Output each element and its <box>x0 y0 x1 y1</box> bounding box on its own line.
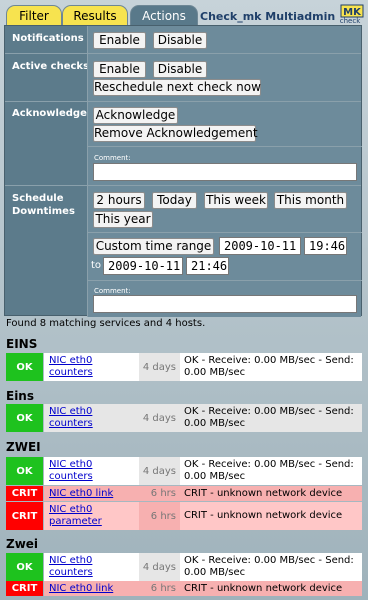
service-age: 6 hrs <box>139 502 180 530</box>
tab-results[interactable]: Results <box>62 5 128 27</box>
state-badge: CRIT <box>6 486 43 501</box>
downtime-this-month-button[interactable]: This month <box>274 192 347 209</box>
check-mk-logo-icon: MK check <box>334 4 364 25</box>
acknowledge-row: Acknowledge Acknowledge Remove Acknowled… <box>5 102 362 186</box>
service-output: CRIT - unknown network device <box>180 486 362 501</box>
service-row: OK NIC eth0 counters 4 days OK - Receive… <box>6 457 362 485</box>
active-checks-label: Active checks <box>12 61 90 72</box>
state-badge: OK <box>6 553 43 581</box>
downtime-2-hours-button[interactable]: 2 hours <box>93 192 145 209</box>
top-bar: Filter Results Actions Check_mk Multiadm… <box>0 0 368 27</box>
service-age: 6 hrs <box>139 486 180 501</box>
service-output: OK - Receive: 0.00 MB/sec - Send: 0.00 M… <box>180 404 362 432</box>
service-age: 4 days <box>139 457 180 485</box>
active-checks-row: Active checks Enable Disable Reschedule … <box>5 54 361 102</box>
service-row: OK NIC eth0 counters 4 days OK - Receive… <box>6 553 362 581</box>
notifications-label: Notifications <box>12 33 84 44</box>
downtime-to-date-input[interactable]: 2009-10-11 <box>103 257 183 275</box>
host-name[interactable]: Zwei <box>6 537 38 551</box>
notifications-disable-button[interactable]: Disable <box>153 32 207 49</box>
service-output: CRIT - unknown network device <box>180 581 362 596</box>
service-link[interactable]: NIC eth0 counters <box>44 353 139 381</box>
tab-filter[interactable]: Filter <box>6 5 62 27</box>
state-badge: CRIT <box>6 581 43 596</box>
host-name[interactable]: Eins <box>6 389 34 403</box>
state-badge: OK <box>6 404 43 432</box>
downtime-comment-input[interactable] <box>93 295 357 313</box>
service-row: CRIT NIC eth0 link 6 hrs CRIT - unknown … <box>6 581 362 596</box>
service-age: 4 days <box>139 404 180 432</box>
service-link[interactable]: NIC eth0 counters <box>44 553 139 581</box>
actions-panel: Notifications Enable Disable Active chec… <box>4 25 362 317</box>
service-output: CRIT - unknown network device <box>180 502 362 530</box>
acknowledge-label: Acknowledge <box>12 108 87 119</box>
downtime-to-label: to <box>91 260 102 271</box>
downtime-from-time-input[interactable]: 19:46 <box>304 237 347 255</box>
notifications-row: Notifications Enable Disable <box>5 26 361 54</box>
downtime-comment-label: Comment: <box>94 287 131 295</box>
host-name[interactable]: ZWEI <box>6 440 41 454</box>
service-age: 4 days <box>139 353 180 381</box>
ack-comment-label: Comment: <box>94 154 131 162</box>
notifications-enable-button[interactable]: Enable <box>93 32 146 49</box>
downtimes-row: Schedule Downtimes 2 hours Today This we… <box>5 186 362 317</box>
state-badge: CRIT <box>6 502 43 530</box>
acknowledge-button[interactable]: Acknowledge <box>93 107 178 124</box>
downtime-this-week-button[interactable]: This week <box>204 192 268 209</box>
tab-actions[interactable]: Actions <box>130 5 198 27</box>
service-output: OK - Receive: 0.00 MB/sec - Send: 0.00 M… <box>180 353 362 381</box>
service-row: OK NIC eth0 counters 4 days OK - Receive… <box>6 404 362 432</box>
service-link[interactable]: NIC eth0 counters <box>44 404 139 432</box>
service-link[interactable]: NIC eth0 parameter <box>44 502 139 530</box>
state-badge: OK <box>6 457 43 485</box>
ack-comment-input[interactable] <box>93 163 357 181</box>
active-checks-disable-button[interactable]: Disable <box>153 61 207 78</box>
custom-time-range-button[interactable]: Custom time range <box>93 238 214 255</box>
service-link[interactable]: NIC eth0 counters <box>44 457 139 485</box>
remove-acknowledgement-button[interactable]: Remove Acknowledgement <box>93 125 258 142</box>
downtime-from-date-input[interactable]: 2009-10-11 <box>219 237 301 255</box>
host-name[interactable]: EINS <box>6 337 37 351</box>
state-badge: OK <box>6 353 43 381</box>
service-output: OK - Receive: 0.00 MB/sec - Send: 0.00 M… <box>180 553 362 581</box>
app-title: Check_mk Multiadmin <box>200 10 336 23</box>
found-summary: Found 8 matching services and 4 hosts. <box>6 318 206 329</box>
service-row: OK NIC eth0 counters 4 days OK - Receive… <box>6 353 362 381</box>
service-row: CRIT NIC eth0 parameter 6 hrs CRIT - unk… <box>6 502 362 530</box>
downtime-this-year-button[interactable]: This year <box>93 211 153 228</box>
downtimes-label: Schedule Downtimes <box>12 193 75 217</box>
service-output: OK - Receive: 0.00 MB/sec - Send: 0.00 M… <box>180 457 362 485</box>
downtime-today-button[interactable]: Today <box>152 192 197 209</box>
downtime-to-time-input[interactable]: 21:46 <box>186 257 229 275</box>
service-row: CRIT NIC eth0 link 6 hrs CRIT - unknown … <box>6 486 362 501</box>
service-age: 4 days <box>139 553 180 581</box>
reschedule-button[interactable]: Reschedule next check now <box>93 79 261 96</box>
svg-text:check: check <box>340 17 361 24</box>
service-age: 6 hrs <box>139 581 180 596</box>
service-link[interactable]: NIC eth0 link <box>44 486 139 501</box>
service-link[interactable]: NIC eth0 link <box>44 581 139 596</box>
active-checks-enable-button[interactable]: Enable <box>93 61 146 78</box>
